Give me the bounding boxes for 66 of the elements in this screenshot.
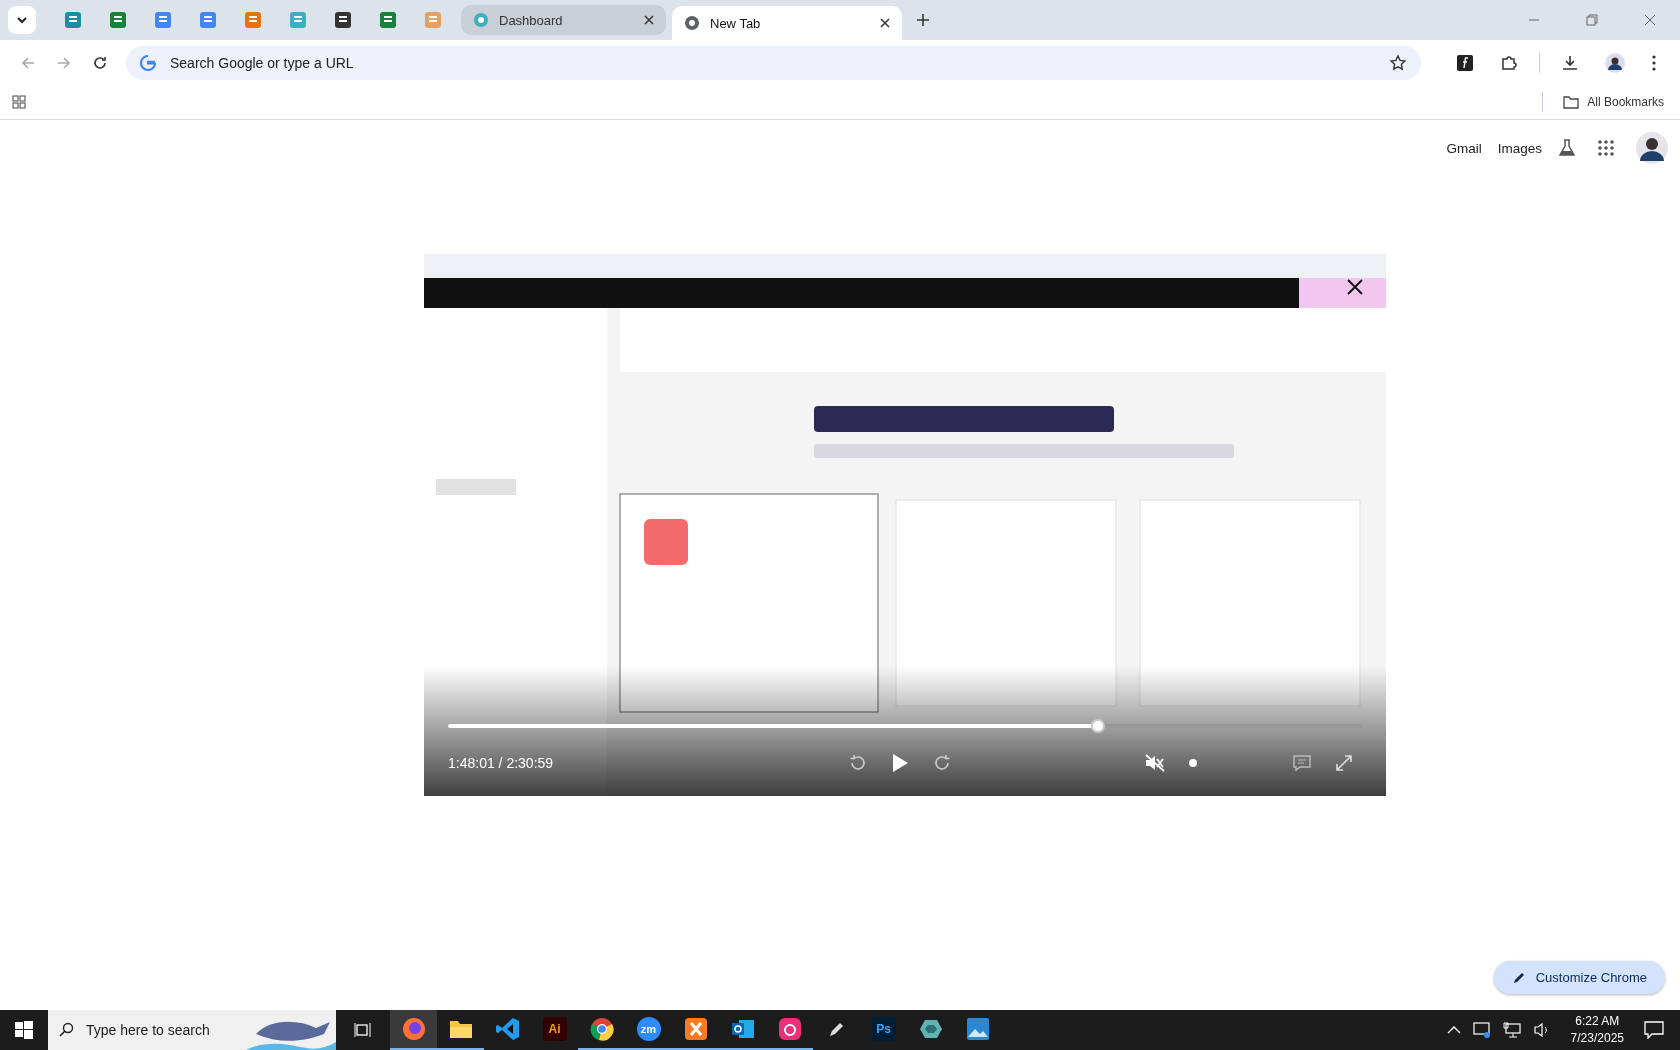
new-tab-icon[interactable] [916,13,930,27]
clock-time[interactable]: 6:22 AM [1575,1013,1620,1030]
app-round-icon: zm [636,1017,661,1041]
rewind-icon[interactable] [848,753,868,773]
video-player[interactable]: 1:48:01 / 2:30:59 [424,254,1386,796]
xampp-icon [683,1017,708,1041]
creative-cloud-icon [777,1017,802,1041]
tab-favicon-icon [684,15,700,31]
mail-app-icon [730,1017,755,1041]
avatar-icon[interactable] [1605,52,1625,73]
muted-icon[interactable] [1144,753,1166,773]
forward-icon[interactable] [932,753,952,773]
download-icon[interactable] [1561,53,1579,72]
browser-tab[interactable]: Dashboard [461,5,666,35]
avatar-icon[interactable] [1636,132,1668,164]
firefox-icon [401,1017,426,1041]
tab-favicon-icon [473,12,489,28]
restore-icon[interactable] [1586,14,1598,26]
menu-icon[interactable] [1651,53,1657,72]
chrome-icon [589,1017,614,1041]
pinned-tab-icon[interactable] [333,11,352,29]
windows-start-icon[interactable] [15,1021,33,1039]
captions-icon[interactable] [1292,754,1312,772]
caret-icon [16,14,28,26]
all-bookmarks-button[interactable]: All Bookmarks [1559,91,1668,113]
close-icon[interactable] [644,15,654,25]
header-link[interactable]: Gmail [1446,140,1482,156]
google-icon [140,54,156,71]
star-icon[interactable] [1389,53,1407,72]
video-time: 1:48:01 / 2:30:59 [448,755,555,771]
customize-chrome-button[interactable]: Customize Chrome [1493,961,1665,994]
extension-icon[interactable] [1456,53,1474,72]
taskbar-search-field[interactable]: Type here to search [84,1021,238,1039]
puzzle-icon[interactable] [1500,53,1518,72]
volume-thumb-icon[interactable] [1188,758,1198,768]
taskbar-app[interactable]: Ai [531,1010,578,1050]
flask-icon[interactable] [1558,139,1576,157]
folder-icon [448,1019,473,1039]
reload-icon[interactable] [92,54,108,71]
photos-icon [965,1017,990,1041]
play-icon[interactable] [890,752,910,774]
sync-icon[interactable] [1472,1022,1491,1038]
apps-grid-icon[interactable] [12,95,26,109]
tab-title: Dashboard [499,12,564,28]
taskbar-app[interactable]: Ps [860,1010,907,1050]
search-icon [58,1022,74,1038]
header-link[interactable]: Images [1497,140,1542,156]
browser-tab[interactable]: New Tab [672,6,902,40]
app-tile-icon: Ai [542,1017,567,1041]
folder-icon [1563,95,1580,109]
tab-title: New Tab [710,15,762,31]
code-editor-icon [495,1017,520,1041]
address-bar[interactable]: Search Google or type a URL [126,45,1421,80]
gem-icon [918,1017,943,1041]
close-icon[interactable] [880,18,890,28]
app-tile-icon: Ps [871,1017,896,1041]
chevron-up-icon[interactable] [1446,1025,1461,1035]
close-icon[interactable] [1346,278,1364,296]
apps-grid-icon[interactable] [1598,140,1614,156]
network-icon[interactable] [1502,1022,1521,1038]
tab-search-button[interactable] [8,6,36,34]
notifications-icon[interactable] [1644,1021,1664,1039]
task-view-icon[interactable] [354,1021,372,1039]
fullscreen-icon[interactable] [1334,753,1354,773]
pencil-icon [1511,970,1526,985]
clock-date[interactable]: 7/23/2025 [1570,1030,1624,1047]
